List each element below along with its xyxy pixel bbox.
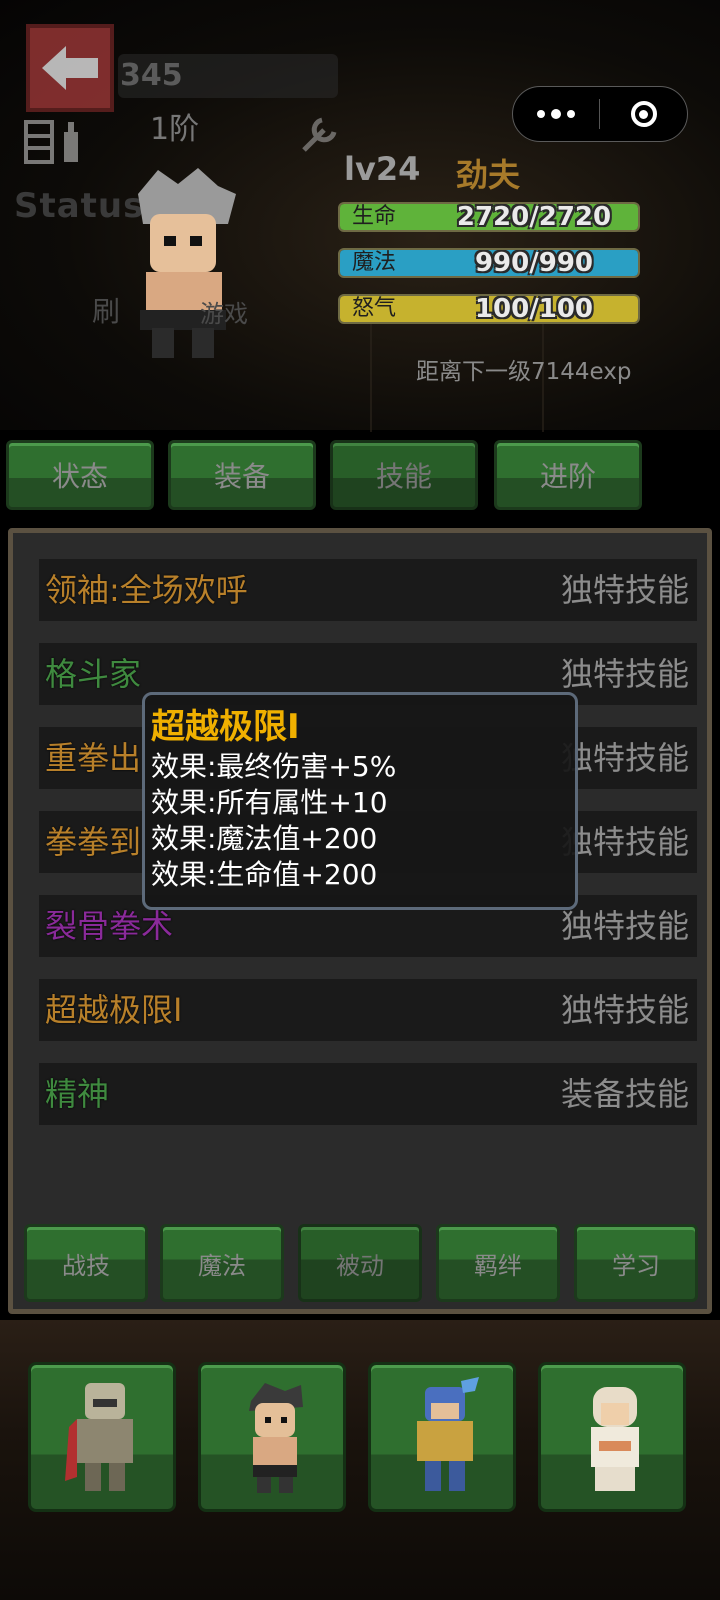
skill-tooltip: 超越极限I 效果:最终伤害+5% 效果:所有属性+10 效果:魔法值+200 效… <box>142 692 578 910</box>
skill-kind: 独特技能 <box>560 823 689 861</box>
skill-kind: 独特技能 <box>560 739 689 777</box>
party-member-2[interactable] <box>198 1362 346 1512</box>
skill-row[interactable]: 超越极限I 独特技能 <box>39 979 697 1041</box>
rage-bar: 怒气 100/100 <box>338 294 640 324</box>
category-magic[interactable]: 魔法 <box>160 1224 284 1302</box>
overlay-text-right: 游戏 <box>200 300 248 328</box>
combat-power: 345 <box>118 54 338 98</box>
skill-kind: 独特技能 <box>560 907 689 945</box>
skill-kind: 装备技能 <box>560 1075 689 1113</box>
blue-knight-icon <box>417 1377 479 1491</box>
wrench-icon[interactable] <box>296 110 344 158</box>
skill-kind: 独特技能 <box>560 655 689 693</box>
skill-name: 重拳出 <box>45 739 142 777</box>
tooltip-effect: 效果:所有属性+10 <box>151 786 388 819</box>
fighter-icon <box>249 1383 303 1493</box>
hero-sprite-icon <box>138 168 236 358</box>
rage-value: 100/100 <box>474 294 594 324</box>
category-combat-skills[interactable]: 战技 <box>24 1224 148 1302</box>
skill-kind: 独特技能 <box>560 991 689 1029</box>
skill-row[interactable]: 精神 装备技能 <box>39 1063 697 1125</box>
armored-knight-icon <box>65 1383 133 1491</box>
tab-equipment[interactable]: 装备 <box>168 440 316 510</box>
skills-panel: 领袖:全场欢呼 独特技能 格斗家 独特技能 重拳出 独特技能 拳拳到 独特技能 … <box>8 528 712 1314</box>
back-arrow-icon <box>42 46 98 90</box>
tooltip-effect: 效果:生命值+200 <box>151 858 378 891</box>
tab-advance[interactable]: 进阶 <box>494 440 642 510</box>
mini-program-capsule <box>512 86 688 142</box>
party-member-1[interactable] <box>28 1362 176 1512</box>
mp-bar: 魔法 990/990 <box>338 248 640 278</box>
tab-status[interactable]: 状态 <box>6 440 154 510</box>
skill-name: 超越极限I <box>45 991 183 1029</box>
more-icon[interactable] <box>513 87 599 141</box>
priestess-icon <box>591 1387 639 1491</box>
rank-label: 1阶 <box>150 112 200 147</box>
skill-name: 格斗家 <box>45 655 142 693</box>
hp-bar: 生命 2720/2720 <box>338 202 640 232</box>
hero-level: lv24 <box>344 150 421 188</box>
hero-job: 劲夫 <box>456 156 521 194</box>
tab-skills[interactable]: 技能 <box>330 440 478 510</box>
skill-kind: 独特技能 <box>560 571 689 609</box>
overlay-text-left: 刷 <box>92 295 121 328</box>
rage-label: 怒气 <box>352 296 397 321</box>
skill-name: 精神 <box>45 1075 110 1113</box>
skill-row[interactable]: 领袖:全场欢呼 独特技能 <box>39 559 697 621</box>
menu-icon <box>24 120 78 164</box>
party-member-4[interactable] <box>538 1362 686 1512</box>
close-target-icon[interactable] <box>600 101 687 127</box>
exp-to-next-level: 距离下一级7144exp <box>416 359 632 385</box>
tooltip-effect: 效果:魔法值+200 <box>151 822 378 855</box>
skill-name: 领袖:全场欢呼 <box>45 571 248 609</box>
hp-value: 2720/2720 <box>456 202 612 232</box>
hp-label: 生命 <box>352 204 397 229</box>
tooltip-effect: 效果:最终伤害+5% <box>151 750 397 783</box>
skill-name: 拳拳到 <box>45 823 142 861</box>
back-button[interactable] <box>26 24 114 112</box>
category-learn[interactable]: 学习 <box>574 1224 698 1302</box>
tooltip-title: 超越极限I <box>151 707 300 747</box>
mp-value: 990/990 <box>474 248 594 278</box>
party-member-3[interactable] <box>368 1362 516 1512</box>
mp-label: 魔法 <box>352 250 397 275</box>
category-bond[interactable]: 羁绊 <box>436 1224 560 1302</box>
category-passive[interactable]: 被动 <box>298 1224 422 1302</box>
